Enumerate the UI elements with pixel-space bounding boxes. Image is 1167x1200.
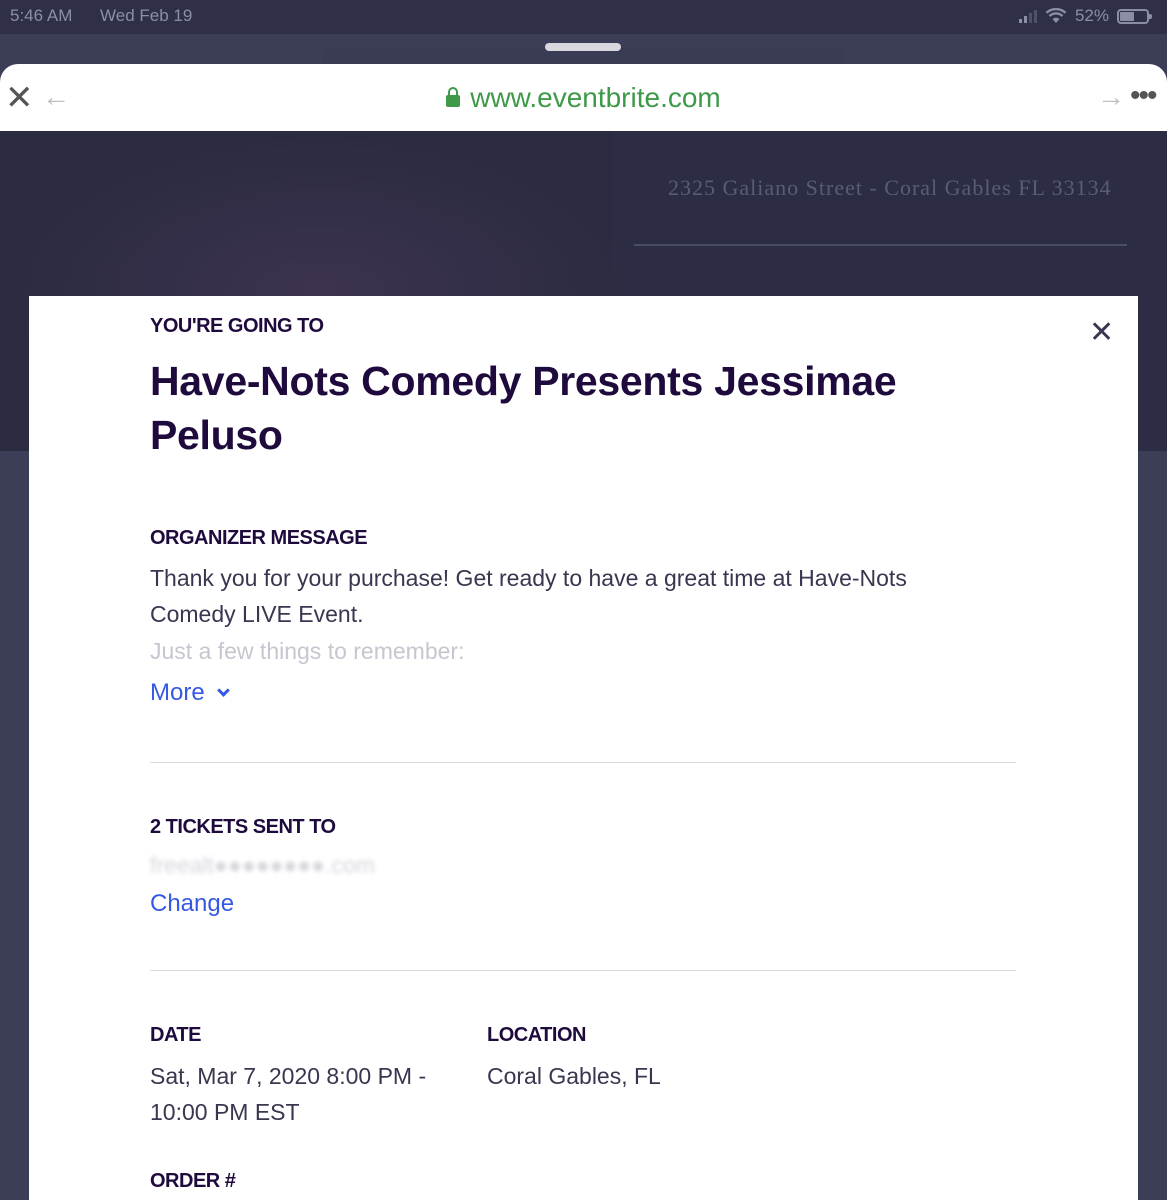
recipient-email-redacted: freealt●●●●●●●●.com — [150, 852, 375, 878]
location-label: LOCATION — [487, 1024, 586, 1046]
url-text: www.eventbrite.com — [470, 82, 721, 113]
event-title: Have-Nots Comedy Presents Jessimae Pelus… — [150, 358, 897, 458]
tickets-sent-label: 2 TICKETS SENT TO — [150, 816, 336, 838]
wifi-icon — [1045, 8, 1067, 23]
status-date: Wed Feb 19 — [100, 6, 193, 25]
sheet-drag-handle[interactable] — [545, 43, 621, 51]
cellular-signal-icon — [1018, 9, 1037, 23]
battery-fill — [1120, 11, 1134, 21]
chevron-down-icon — [216, 684, 230, 697]
change-email-link[interactable]: Change — [150, 890, 234, 918]
location-value: Coral Gables, FL — [487, 1063, 661, 1089]
battery-icon — [1117, 8, 1152, 24]
modal-close-icon[interactable]: ✕ — [1089, 318, 1114, 348]
browser-toolbar: ✕ ← www.eventbrite.com → ••• — [0, 64, 1167, 131]
more-toggle[interactable]: More — [150, 679, 230, 707]
order-confirmation-modal: ✕ YOU'RE GOING TO Have-Nots Comedy Prese… — [29, 296, 1138, 1200]
venue-address: 2325 Galiano Street - Coral Gables FL 33… — [668, 175, 1112, 200]
address-bar[interactable]: www.eventbrite.com — [0, 82, 1167, 114]
order-number-label: ORDER # — [150, 1170, 236, 1192]
divider — [150, 762, 1016, 763]
status-right: 52% — [1018, 6, 1152, 26]
background-divider — [634, 244, 1127, 246]
more-options-icon[interactable]: ••• — [1130, 81, 1157, 111]
organizer-message-faded: Just a few things to remember: — [150, 638, 465, 664]
organizer-message-label: ORGANIZER MESSAGE — [150, 527, 368, 549]
more-label: More — [150, 679, 205, 706]
date-value: Sat, Mar 7, 2020 8:00 PM - 10:00 PM EST — [150, 1063, 427, 1125]
status-bar: 5:46 AM Wed Feb 19 52% — [0, 0, 1167, 34]
status-time: 5:46 AM — [10, 6, 73, 25]
lock-icon — [446, 87, 461, 107]
organizer-message-text: Thank you for your purchase! Get ready t… — [150, 565, 907, 627]
date-label: DATE — [150, 1024, 201, 1046]
kicker-label: YOU'RE GOING TO — [150, 315, 324, 337]
divider — [150, 970, 1016, 971]
battery-percent: 52% — [1074, 6, 1109, 25]
forward-arrow-icon[interactable]: → — [1097, 83, 1125, 111]
